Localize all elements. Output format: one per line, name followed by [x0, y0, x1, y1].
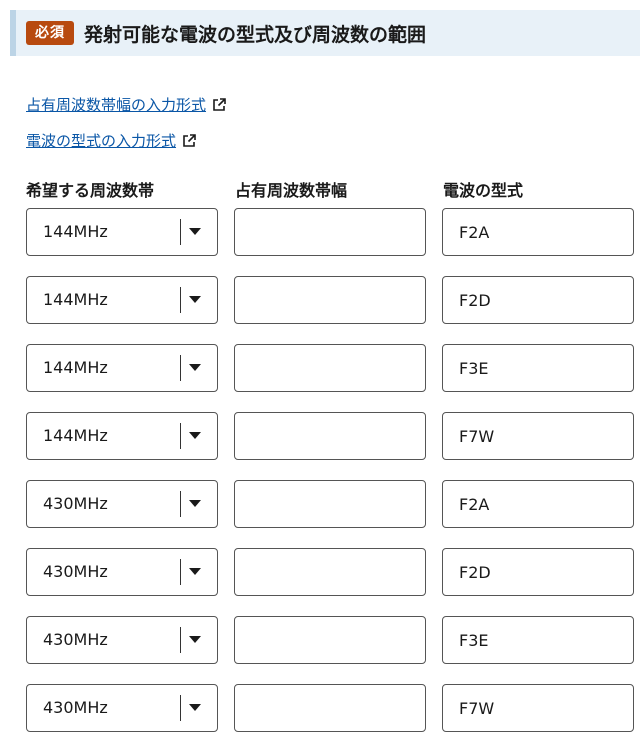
frequency-select[interactable]: 144MHz [26, 276, 218, 324]
frequency-row: 144MHz [26, 208, 634, 256]
emission-input[interactable] [442, 684, 634, 732]
select-divider [180, 695, 181, 721]
external-link-icon [213, 97, 226, 111]
emission-input[interactable] [442, 276, 634, 324]
chevron-down-icon [189, 432, 201, 439]
bandwidth-input[interactable] [234, 412, 426, 460]
frequency-row: 144MHz [26, 276, 634, 324]
external-link-icon [183, 133, 196, 147]
frequency-select-value: 144MHz [43, 222, 108, 241]
frequency-select-value: 144MHz [43, 426, 108, 445]
emission-input[interactable] [442, 616, 634, 664]
frequency-row: 430MHz [26, 616, 634, 664]
emission-format-link[interactable]: 電波の型式の入力形式 [26, 130, 196, 151]
frequency-select[interactable]: 430MHz [26, 480, 218, 528]
emission-input[interactable] [442, 344, 634, 392]
frequency-select[interactable]: 144MHz [26, 208, 218, 256]
chevron-down-icon [189, 296, 201, 303]
frequency-select[interactable]: 430MHz [26, 616, 218, 664]
bandwidth-input[interactable] [234, 548, 426, 596]
bandwidth-input[interactable] [234, 480, 426, 528]
bandwidth-input[interactable] [234, 276, 426, 324]
bandwidth-format-link[interactable]: 占有周波数帯幅の入力形式 [26, 94, 226, 115]
chevron-down-icon [189, 364, 201, 371]
section-header: 必須 発射可能な電波の型式及び周波数の範囲 [10, 10, 640, 56]
chevron-down-icon [189, 636, 201, 643]
required-badge: 必須 [26, 21, 74, 45]
select-divider [180, 423, 181, 449]
frequency-row: 430MHz [26, 684, 634, 732]
emission-format-link-label: 電波の型式の入力形式 [26, 132, 177, 150]
select-divider [180, 287, 181, 313]
select-divider [180, 627, 181, 653]
bandwidth-input[interactable] [234, 616, 426, 664]
frequency-column-header: 希望する周波数帯 [26, 181, 155, 200]
frequency-select[interactable]: 144MHz [26, 344, 218, 392]
select-divider [180, 491, 181, 517]
emission-input[interactable] [442, 208, 634, 256]
chevron-down-icon [189, 228, 201, 235]
section-title: 発射可能な電波の型式及び周波数の範囲 [84, 23, 427, 46]
select-divider [180, 559, 181, 585]
emission-input[interactable] [442, 480, 634, 528]
frequency-select-value: 430MHz [43, 698, 108, 717]
frequency-select[interactable]: 430MHz [26, 684, 218, 732]
emission-column-header: 電波の型式 [443, 181, 524, 200]
frequency-row: 430MHz [26, 548, 634, 596]
chevron-down-icon [189, 568, 201, 575]
select-divider [180, 355, 181, 381]
frequency-select-value: 144MHz [43, 358, 108, 377]
frequency-row: 144MHz [26, 412, 634, 460]
frequency-select[interactable]: 144MHz [26, 412, 218, 460]
frequency-select-value: 430MHz [43, 630, 108, 649]
chevron-down-icon [189, 500, 201, 507]
frequency-row: 430MHz [26, 480, 634, 528]
emission-input[interactable] [442, 412, 634, 460]
frequency-select-value: 144MHz [43, 290, 108, 309]
chevron-down-icon [189, 704, 201, 711]
select-divider [180, 219, 181, 245]
bandwidth-format-link-label: 占有周波数帯幅の入力形式 [26, 96, 207, 114]
frequency-row: 144MHz [26, 344, 634, 392]
bandwidth-input[interactable] [234, 684, 426, 732]
frequency-select-value: 430MHz [43, 494, 108, 513]
frequency-select[interactable]: 430MHz [26, 548, 218, 596]
bandwidth-input[interactable] [234, 344, 426, 392]
emission-input[interactable] [442, 548, 634, 596]
bandwidth-input[interactable] [234, 208, 426, 256]
bandwidth-column-header: 占有周波数帯幅 [235, 181, 348, 200]
frequency-select-value: 430MHz [43, 562, 108, 581]
